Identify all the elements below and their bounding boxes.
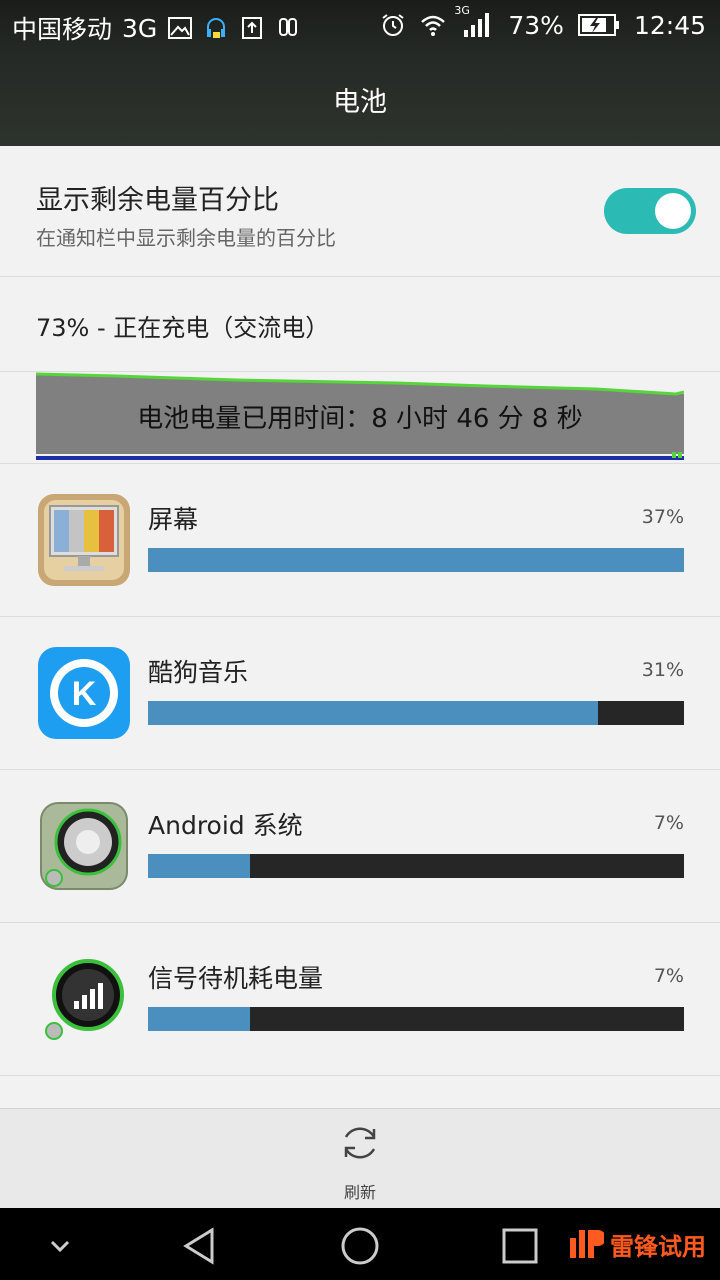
- android-system-icon: [40, 802, 128, 890]
- sim-icon: [279, 18, 298, 36]
- app-name: Android 系统: [148, 811, 303, 840]
- usage-row-android-system[interactable]: Android 系统 7%: [0, 770, 720, 923]
- battery-usage-time: 电池电量已用时间：8 小时 46 分 8 秒: [137, 404, 583, 434]
- back-icon[interactable]: [180, 1226, 220, 1266]
- alarm-icon: [382, 14, 404, 36]
- show-percentage-toggle[interactable]: [604, 188, 696, 234]
- navigation-bar: 雷锋试用: [0, 1208, 720, 1280]
- charge-status: 73% - 正在充电（交流电）: [36, 314, 330, 342]
- app-name: 信号待机耗电量: [148, 964, 324, 993]
- headset-icon: [207, 18, 226, 38]
- charging-strip: [36, 456, 684, 460]
- gallery-icon: [168, 17, 193, 39]
- upload-icon: [242, 17, 263, 39]
- kugou-icon: K: [38, 647, 130, 739]
- status-bar: 中国移动 3G 3G 73% 12:45: [0, 0, 720, 52]
- display-icon: [38, 494, 130, 586]
- cell-standby-icon: [45, 959, 124, 1040]
- usage-bar-fill: [148, 1007, 250, 1031]
- app-name: 酷狗音乐: [148, 658, 249, 687]
- setting-title: 显示剩余电量百分比: [36, 185, 279, 216]
- page-title: 电池: [333, 87, 387, 118]
- refresh-label[interactable]: 刷新: [0, 1179, 720, 1203]
- watermark-icon: [570, 1230, 604, 1258]
- usage-row-screen[interactable]: 屏幕 37%: [0, 464, 720, 617]
- refresh-icon[interactable]: [338, 1121, 382, 1165]
- watermark-text: 雷锋试用: [610, 1232, 706, 1261]
- usage-row-kugou[interactable]: K 酷狗音乐 31%: [0, 617, 720, 770]
- usage-percent: 7%: [653, 965, 684, 987]
- battery-percent: 73%: [508, 10, 564, 40]
- svg-text:K: K: [72, 675, 97, 713]
- setting-subtitle: 在通知栏中显示剩余电量的百分比: [36, 226, 336, 250]
- watermark-logo: 雷锋试用: [568, 1226, 706, 1262]
- usage-bar: [148, 701, 684, 725]
- top-bar: 中国移动 3G 3G 73% 12:45 电池: [0, 0, 720, 146]
- carrier-label: 中国移动: [12, 15, 113, 44]
- app-name: 屏幕: [148, 505, 199, 534]
- signal-icon: [464, 13, 490, 37]
- usage-bar: [148, 548, 684, 572]
- screen-on-marker: [678, 452, 682, 458]
- usage-percent: 31%: [641, 659, 684, 681]
- usage-percent: 7%: [653, 812, 684, 834]
- screen-on-marker: [672, 452, 676, 458]
- network-type: 3G: [122, 13, 158, 43]
- toggle-knob: [655, 193, 691, 229]
- recents-icon[interactable]: [500, 1226, 540, 1266]
- usage-bar-fill: [148, 548, 684, 572]
- chevron-down-icon[interactable]: [40, 1226, 80, 1266]
- clock: 12:45: [633, 10, 706, 40]
- wifi-icon: [421, 15, 446, 36]
- usage-bar-fill: [148, 854, 250, 878]
- home-icon[interactable]: [340, 1226, 380, 1266]
- usage-row-cell-standby[interactable]: 信号待机耗电量 7%: [0, 923, 720, 1076]
- usage-bar-fill: [148, 701, 599, 725]
- bottom-action-bar: 刷新: [0, 1108, 720, 1209]
- usage-bar: [148, 854, 684, 878]
- usage-percent: 37%: [641, 506, 684, 528]
- battery-charging-icon: [577, 14, 619, 36]
- usage-bar: [148, 1007, 684, 1031]
